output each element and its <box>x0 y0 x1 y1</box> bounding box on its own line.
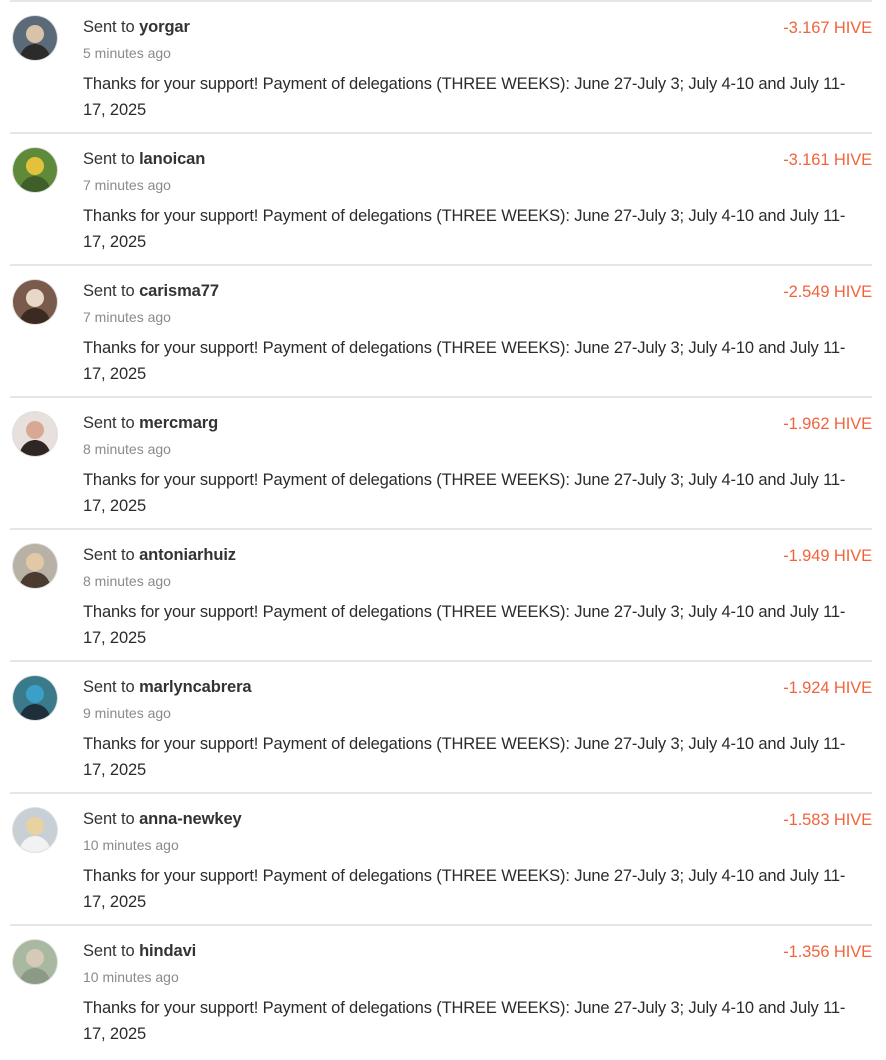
sent-to-prefix: Sent to <box>83 942 140 960</box>
sent-to-prefix: Sent to <box>83 414 140 432</box>
transfer-amount: -2.549 HIVE <box>783 283 872 301</box>
transfer-item: Sent to mercmarg 8 minutes ago -1.962 HIVE… <box>10 396 872 528</box>
timestamp: 7 minutes ago <box>83 309 171 325</box>
transfer-memo: Thanks for your support! Payment of dele… <box>83 207 846 251</box>
recipient-username-link[interactable]: lanoican <box>139 150 205 168</box>
transfer-amount: -3.167 HIVE <box>783 19 872 37</box>
transfer-list: Sent to yorgar 5 minutes ago -3.167 HIVE Th… <box>0 0 886 1056</box>
sent-to-line: Sent to antoniarhuiz <box>83 546 236 565</box>
transfer-amount: -1.583 HIVE <box>783 811 872 829</box>
user-avatar[interactable] <box>13 940 57 984</box>
user-avatar[interactable] <box>13 412 57 456</box>
sent-to-line: Sent to marlyncabrera <box>83 678 252 697</box>
sent-to-prefix: Sent to <box>83 546 140 564</box>
sent-to-line: Sent to mercmarg <box>83 414 218 433</box>
sent-to-prefix: Sent to <box>83 810 140 828</box>
transfer-amount: -3.161 HIVE <box>783 151 872 169</box>
user-avatar[interactable] <box>13 808 57 852</box>
timestamp: 7 minutes ago <box>83 177 171 193</box>
transfer-memo: Thanks for your support! Payment of dele… <box>83 603 846 647</box>
recipient-username-link[interactable]: yorgar <box>139 18 190 36</box>
transfer-item: Sent to lanoican 7 minutes ago -3.161 HIVE… <box>10 132 872 264</box>
transfer-item: Sent to marlyncabrera 9 minutes ago -1.924… <box>10 660 872 792</box>
transfer-item: Sent to antoniarhuiz 8 minutes ago -1.949 … <box>10 528 872 660</box>
user-avatar[interactable] <box>13 676 57 720</box>
timestamp: 5 minutes ago <box>83 45 171 61</box>
transfer-memo: Thanks for your support! Payment of dele… <box>83 735 846 779</box>
transfer-item: Sent to hindavi 10 minutes ago -1.356 HIVE… <box>10 924 872 1056</box>
transfer-item: Sent to carisma77 7 minutes ago -2.549 HIV… <box>10 264 872 396</box>
transfer-memo: Thanks for your support! Payment of dele… <box>83 75 846 119</box>
sent-to-line: Sent to yorgar <box>83 18 190 37</box>
sent-to-prefix: Sent to <box>83 282 140 300</box>
sent-to-line: Sent to hindavi <box>83 942 196 961</box>
user-avatar[interactable] <box>13 16 57 60</box>
sent-to-line: Sent to lanoican <box>83 150 205 169</box>
transfer-memo: Thanks for your support! Payment of dele… <box>83 339 846 383</box>
timestamp: 10 minutes ago <box>83 837 179 853</box>
recipient-username-link[interactable]: mercmarg <box>139 414 218 432</box>
user-avatar[interactable] <box>13 148 57 192</box>
transfer-amount: -1.356 HIVE <box>783 943 872 961</box>
recipient-username-link[interactable]: hindavi <box>139 942 196 960</box>
transfer-memo: Thanks for your support! Payment of dele… <box>83 471 846 515</box>
recipient-username-link[interactable]: carisma77 <box>139 282 219 300</box>
timestamp: 9 minutes ago <box>83 705 171 721</box>
user-avatar[interactable] <box>13 280 57 324</box>
transfer-amount: -1.924 HIVE <box>783 679 872 697</box>
transfer-memo: Thanks for your support! Payment of dele… <box>83 867 846 911</box>
transfer-memo: Thanks for your support! Payment of dele… <box>83 999 846 1043</box>
user-avatar[interactable] <box>13 544 57 588</box>
recipient-username-link[interactable]: antoniarhuiz <box>139 546 236 564</box>
transfer-item: Sent to yorgar 5 minutes ago -3.167 HIVE Th… <box>10 0 872 132</box>
recipient-username-link[interactable]: anna-newkey <box>139 810 242 828</box>
timestamp: 10 minutes ago <box>83 969 179 985</box>
recipient-username-link[interactable]: marlyncabrera <box>139 678 252 696</box>
sent-to-prefix: Sent to <box>83 18 140 36</box>
sent-to-line: Sent to anna-newkey <box>83 810 242 829</box>
sent-to-line: Sent to carisma77 <box>83 282 219 301</box>
sent-to-prefix: Sent to <box>83 150 140 168</box>
sent-to-prefix: Sent to <box>83 678 140 696</box>
timestamp: 8 minutes ago <box>83 441 171 457</box>
transfer-amount: -1.949 HIVE <box>783 547 872 565</box>
timestamp: 8 minutes ago <box>83 573 171 589</box>
transfer-amount: -1.962 HIVE <box>783 415 872 433</box>
transfer-item: Sent to anna-newkey 10 minutes ago -1.583 … <box>10 792 872 924</box>
